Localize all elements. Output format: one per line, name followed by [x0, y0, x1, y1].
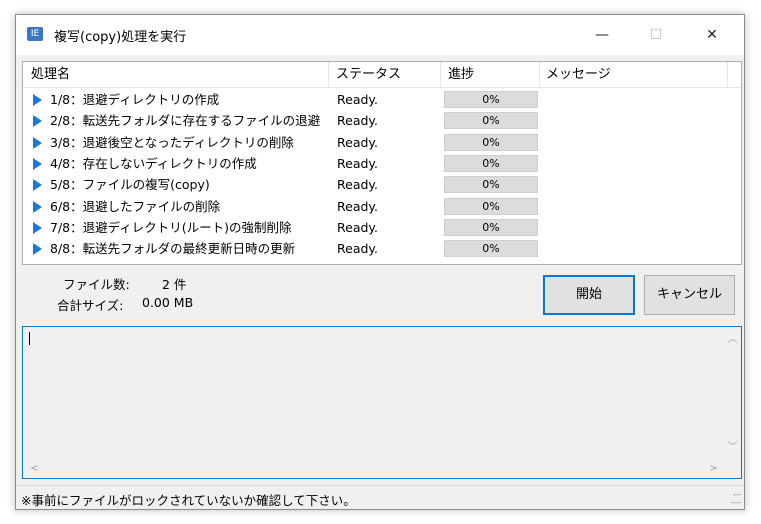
process-status: Ready.: [337, 155, 378, 171]
scroll-left-icon[interactable]: <: [26, 460, 43, 477]
size-grip-icon[interactable]: ⠠⠤ ⠤⠤: [730, 490, 742, 507]
process-name: 4/8：存在しないディレクトリの作成: [50, 155, 257, 171]
column-header-message[interactable]: メッセージ: [540, 62, 728, 87]
progress-bar: 0%: [444, 112, 538, 130]
list-header: 処理名 ステータス 進捗 メッセージ: [23, 62, 741, 88]
minimize-button[interactable]: —: [579, 15, 625, 55]
process-status: Ready.: [337, 134, 378, 150]
column-header-progress[interactable]: 進捗: [441, 62, 540, 87]
play-arrow-icon: [33, 157, 42, 170]
status-bar: ※事前にファイルがロックされていないか確認して下さい。 ⠠⠤ ⠤⠤: [16, 485, 744, 509]
total-size-value: 0.00 MB: [142, 295, 194, 310]
play-arrow-icon: [33, 221, 42, 234]
app-icon: IE: [27, 27, 43, 41]
progress-text: 0%: [482, 156, 500, 170]
process-status: Ready.: [337, 219, 378, 235]
progress-bar: 0%: [444, 154, 538, 172]
progress-text: 0%: [482, 114, 500, 128]
progress-text: 0%: [482, 242, 500, 256]
progress-text: 0%: [482, 199, 500, 213]
process-name: 2/8：転送先フォルダに存在するファイルの退避: [50, 113, 321, 129]
process-name: 1/8：退避ディレクトリの作成: [50, 92, 220, 107]
close-button[interactable]: ✕: [689, 15, 735, 55]
process-name: 8/8：転送先フォルダの最終更新日時の更新: [50, 241, 296, 257]
dialog-window: IE 複写(copy)処理を実行 — ☐ ✕ 処理名 ステータス 進捗 メッセー…: [15, 14, 745, 510]
play-arrow-icon: [33, 200, 42, 213]
progress-bar: 0%: [444, 240, 538, 258]
progress-text: 0%: [482, 135, 500, 149]
process-name: 6/8：退避したファイルの削除: [50, 198, 221, 214]
list-item[interactable]: 6/8：退避したファイルの削除 Ready. 0%: [23, 196, 741, 217]
window-title: 複写(copy)処理を実行: [54, 30, 187, 45]
progress-bar: 0%: [444, 218, 538, 236]
title-bar[interactable]: IE 複写(copy)処理を実行 — ☐ ✕: [16, 15, 744, 55]
process-status: Ready.: [337, 177, 378, 193]
progress-text: 0%: [482, 178, 500, 192]
scroll-up-icon[interactable]: ︿: [724, 331, 741, 348]
progress-text: 0%: [482, 220, 500, 234]
scroll-right-icon[interactable]: >: [705, 460, 722, 477]
play-arrow-icon: [33, 94, 42, 106]
list-item[interactable]: 1/8：退避ディレクトリの作成 Ready. 0%: [23, 89, 741, 110]
progress-bar: 0%: [444, 133, 538, 151]
play-arrow-icon: [33, 179, 42, 192]
process-status: Ready.: [337, 113, 378, 129]
column-header-name[interactable]: 処理名: [23, 62, 329, 87]
column-header-status[interactable]: ステータス: [329, 62, 441, 87]
list-item[interactable]: 8/8：転送先フォルダの最終更新日時の更新 Ready. 0%: [23, 238, 741, 259]
play-arrow-icon: [33, 136, 42, 149]
process-list[interactable]: 処理名 ステータス 進捗 メッセージ 1/8：退避ディレクトリの作成 Ready.…: [22, 61, 742, 265]
play-arrow-icon: [33, 243, 42, 256]
process-name: 5/8：ファイルの複写(copy): [50, 177, 210, 193]
total-size-label: 合計サイズ:: [57, 298, 124, 313]
process-status: Ready.: [337, 92, 378, 107]
list-item[interactable]: 2/8：転送先フォルダに存在するファイルの退避 Ready. 0%: [23, 110, 741, 131]
cancel-button[interactable]: キャンセル: [644, 275, 735, 315]
list-item[interactable]: 7/8：退避ディレクトリ(ルート)の強制削除 Ready. 0%: [23, 217, 741, 238]
log-textarea[interactable]: ︿ ﹀ < >: [22, 326, 742, 479]
text-caret: [29, 332, 30, 345]
list-item[interactable]: 4/8：存在しないディレクトリの作成 Ready. 0%: [23, 153, 741, 174]
horizontal-scrollbar[interactable]: < >: [23, 460, 725, 478]
scroll-down-icon[interactable]: ﹀: [724, 439, 741, 456]
list-item[interactable]: 5/8：ファイルの複写(copy) Ready. 0%: [23, 174, 741, 195]
process-status: Ready.: [337, 241, 378, 257]
process-name: 7/8：退避ディレクトリ(ルート)の強制削除: [50, 219, 292, 235]
list-item[interactable]: 3/8：退避後空となったディレクトリの削除 Ready. 0%: [23, 132, 741, 153]
start-button[interactable]: 開始: [543, 275, 635, 315]
progress-bar: 0%: [444, 176, 538, 194]
progress-bar: 0%: [444, 91, 538, 108]
vertical-scrollbar[interactable]: ︿ ﹀: [724, 327, 741, 460]
file-count-value: 2 件: [162, 277, 187, 292]
status-message: ※事前にファイルがロックされていないか確認して下さい。: [21, 493, 356, 508]
file-count-label: ファイル数:: [63, 277, 130, 292]
progress-bar: 0%: [444, 197, 538, 215]
play-arrow-icon: [33, 115, 42, 128]
process-status: Ready.: [337, 198, 378, 214]
maximize-button: ☐: [649, 27, 663, 43]
progress-text: 0%: [482, 93, 500, 106]
process-name: 3/8：退避後空となったディレクトリの削除: [50, 134, 294, 150]
